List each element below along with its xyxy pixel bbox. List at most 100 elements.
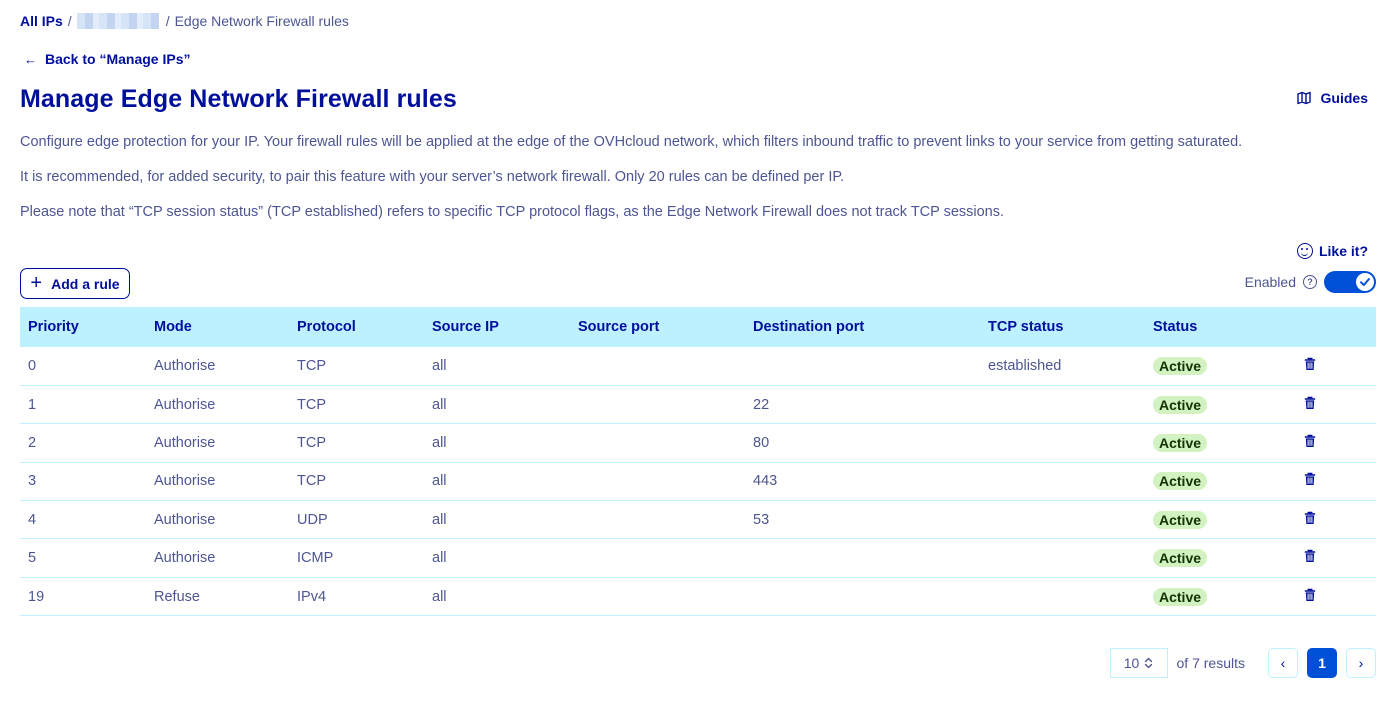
chevron-left-icon: ‹ (1280, 655, 1286, 671)
cell-protocol: UDP (289, 500, 424, 540)
delete-rule-trash-icon[interactable] (1303, 396, 1317, 410)
cell-protocol: ICMP (289, 538, 424, 578)
cell-source-ip: all (424, 500, 570, 540)
cell-status: Active (1145, 385, 1295, 425)
delete-rule-trash-icon[interactable] (1303, 434, 1317, 448)
delete-rule-trash-icon[interactable] (1303, 357, 1317, 371)
enabled-label: Enabled (1244, 274, 1296, 290)
column-header-mode[interactable]: Mode (146, 307, 289, 347)
status-badge: Active (1153, 510, 1208, 529)
table-row: 5 Authorise ICMP all Active (20, 538, 1376, 578)
cell-status: Active (1145, 577, 1295, 617)
cell-actions (1295, 423, 1376, 463)
cell-source-port (570, 500, 745, 540)
cell-actions (1295, 462, 1376, 502)
per-page-value: 10 (1123, 655, 1140, 671)
breadcrumb: All IPs / / Edge Network Firewall rules (20, 12, 349, 30)
status-badge: Active (1153, 356, 1208, 375)
column-header-tcp-status[interactable]: TCP status (980, 307, 1145, 347)
help-icon[interactable]: ? (1303, 275, 1317, 289)
cell-actions (1295, 385, 1376, 425)
firewall-rules-table: Priority Mode Protocol Source IP Source … (20, 307, 1376, 617)
chevron-right-icon: › (1358, 655, 1364, 671)
column-header-status[interactable]: Status (1145, 307, 1295, 347)
delete-rule-trash-icon[interactable] (1303, 472, 1317, 486)
breadcrumb-all-ips[interactable]: All IPs (20, 13, 63, 29)
cell-source-port (570, 385, 745, 425)
table-row: 19 Refuse IPv4 all Active (20, 577, 1376, 617)
column-header-source-ip[interactable]: Source IP (424, 307, 570, 347)
like-it-link[interactable]: Like it? (1296, 243, 1368, 259)
per-page-select[interactable]: 10 (1109, 648, 1168, 678)
cell-source-ip: all (424, 385, 570, 425)
cell-priority: 4 (20, 500, 146, 540)
next-page-button[interactable]: › (1346, 648, 1376, 678)
cell-mode: Authorise (146, 500, 289, 540)
back-to-manage-ips-link[interactable]: ← Back to “Manage IPs” (24, 51, 191, 67)
cell-source-port (570, 538, 745, 578)
cell-destination-port: 53 (745, 500, 980, 540)
description-paragraph: Configure edge protection for your IP. Y… (20, 134, 1243, 150)
chevron-up-down-icon (1145, 657, 1153, 669)
cell-destination-port (745, 347, 980, 386)
cell-mode: Authorise (146, 347, 289, 386)
delete-rule-trash-icon[interactable] (1303, 549, 1317, 563)
breadcrumb-current: Edge Network Firewall rules (174, 13, 349, 29)
delete-rule-trash-icon[interactable] (1303, 588, 1317, 602)
cell-status: Active (1145, 538, 1295, 578)
plus-icon: + (30, 271, 43, 294)
breadcrumb-separator: / (165, 13, 170, 29)
back-link-label: Back to “Manage IPs” (45, 51, 191, 67)
add-rule-button[interactable]: + Add a rule (20, 268, 130, 299)
cell-mode: Authorise (146, 423, 289, 463)
cell-destination-port: 80 (745, 423, 980, 463)
cell-protocol: TCP (289, 462, 424, 502)
breadcrumb-separator: / (67, 13, 72, 29)
cell-destination-port (745, 577, 980, 617)
table-row: 2 Authorise TCP all 80 Active (20, 423, 1376, 463)
like-it-label: Like it? (1318, 243, 1368, 259)
cell-status: Active (1145, 462, 1295, 502)
previous-page-button[interactable]: ‹ (1268, 648, 1298, 678)
cell-mode: Authorise (146, 385, 289, 425)
cell-tcp-status (980, 500, 1145, 540)
cell-priority: 5 (20, 538, 146, 578)
cell-status: Active (1145, 500, 1295, 540)
pagination: 10 of 7 results ‹ 1 › (1109, 648, 1376, 678)
cell-destination-port: 443 (745, 462, 980, 502)
cell-priority: 0 (20, 347, 146, 386)
cell-priority: 2 (20, 423, 146, 463)
delete-rule-trash-icon[interactable] (1303, 511, 1317, 525)
cell-priority: 3 (20, 462, 146, 502)
column-header-protocol[interactable]: Protocol (289, 307, 424, 347)
table-row: 3 Authorise TCP all 443 Active (20, 462, 1376, 502)
cell-protocol: TCP (289, 385, 424, 425)
breadcrumb-ip-redacted[interactable] (76, 13, 159, 29)
cell-status: Active (1145, 423, 1295, 463)
cell-mode: Refuse (146, 577, 289, 617)
cell-tcp-status (980, 577, 1145, 617)
status-badge: Active (1153, 395, 1208, 414)
enabled-toggle[interactable] (1324, 271, 1376, 293)
cell-protocol: IPv4 (289, 577, 424, 617)
page-title: Manage Edge Network Firewall rules (20, 85, 457, 113)
guides-link[interactable]: Guides (1296, 90, 1368, 106)
column-header-priority[interactable]: Priority (20, 307, 146, 347)
status-badge: Active (1153, 549, 1208, 568)
cell-source-ip: all (424, 347, 570, 386)
cell-source-port (570, 347, 745, 386)
page-1-button[interactable]: 1 (1307, 648, 1337, 678)
toggle-knob (1356, 273, 1374, 291)
description-paragraph: It is recommended, for added security, t… (20, 169, 845, 185)
cell-actions (1295, 347, 1376, 386)
cell-mode: Authorise (146, 462, 289, 502)
add-rule-label: Add a rule (51, 275, 120, 292)
status-badge: Active (1153, 587, 1208, 606)
column-header-source-port[interactable]: Source port (570, 307, 745, 347)
cell-priority: 1 (20, 385, 146, 425)
guides-label: Guides (1320, 90, 1368, 106)
column-header-destination-port[interactable]: Destination port (745, 307, 980, 347)
table-header-row: Priority Mode Protocol Source IP Source … (20, 307, 1376, 347)
cell-actions (1295, 577, 1376, 617)
cell-source-ip: all (424, 577, 570, 617)
